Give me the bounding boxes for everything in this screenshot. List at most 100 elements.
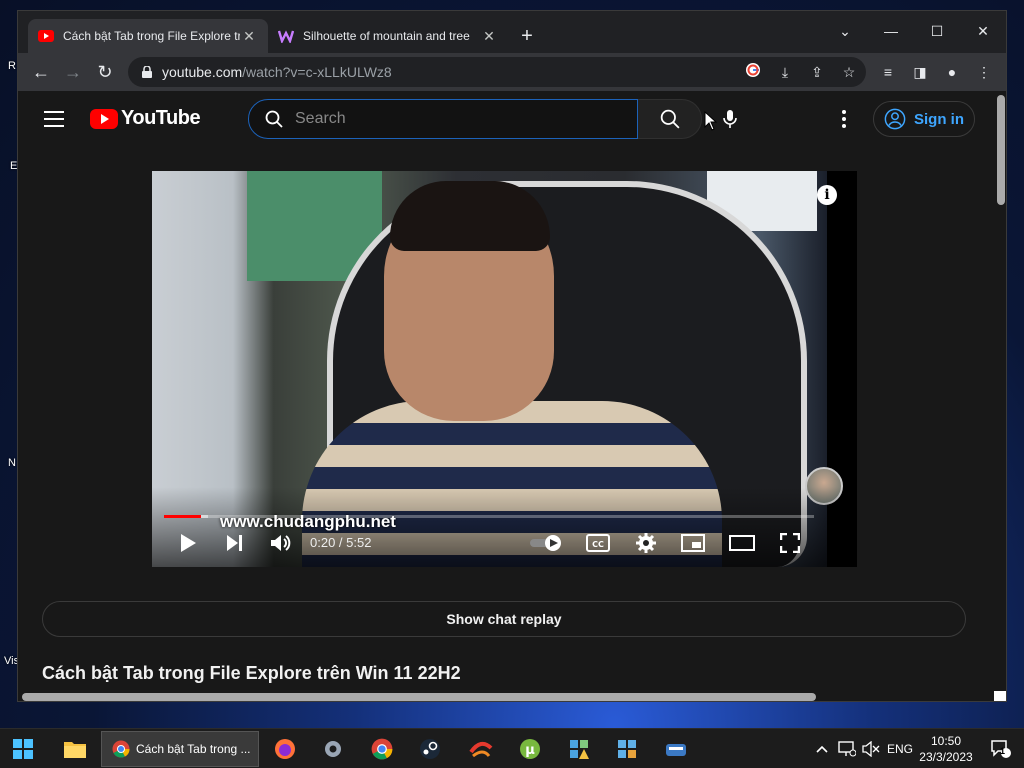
close-window-button[interactable]: ✕ bbox=[960, 17, 1006, 45]
side-panel-icon[interactable]: ◨ bbox=[910, 62, 930, 82]
settings-app[interactable] bbox=[316, 733, 350, 765]
time-current: 0:20 bbox=[310, 535, 336, 550]
file-explorer-app[interactable] bbox=[58, 733, 92, 765]
share-icon[interactable]: ⇪ bbox=[807, 62, 827, 82]
play-icon bbox=[181, 534, 196, 552]
play-button[interactable] bbox=[176, 531, 200, 555]
volume-button[interactable] bbox=[268, 531, 294, 555]
video-title: Cách bật Tab trong File Explore trên Win… bbox=[42, 663, 461, 683]
steam-icon bbox=[420, 739, 440, 759]
sign-in-label: Sign in bbox=[914, 110, 964, 128]
miniplayer-button[interactable] bbox=[680, 531, 706, 555]
google-icon[interactable] bbox=[743, 62, 763, 82]
menu-icon[interactable] bbox=[44, 111, 64, 127]
notification-center-button[interactable]: 1 bbox=[986, 729, 1016, 768]
new-tab-button[interactable]: + bbox=[516, 25, 538, 47]
reload-button[interactable]: ↻ bbox=[93, 60, 117, 84]
firefox-app[interactable] bbox=[268, 733, 302, 765]
vertical-scrollbar[interactable] bbox=[994, 91, 1006, 691]
app-taskbar-icon[interactable] bbox=[562, 733, 596, 765]
page-viewport: YouTube Sign in bbox=[18, 91, 994, 691]
settings-kebab-icon[interactable] bbox=[840, 107, 848, 131]
mouse-cursor-icon bbox=[704, 111, 718, 131]
scrollbar-corner bbox=[994, 691, 1006, 701]
close-tab-icon[interactable]: ✕ bbox=[480, 28, 498, 45]
url-host: youtube.com bbox=[162, 64, 243, 80]
search-button[interactable] bbox=[638, 99, 702, 139]
steam-app[interactable] bbox=[413, 733, 447, 765]
clock-date: 23/3/2023 bbox=[919, 750, 973, 764]
scrollbar-thumb[interactable] bbox=[22, 693, 816, 701]
youtube-play-icon bbox=[90, 108, 118, 129]
clock-time: 10:50 bbox=[930, 734, 962, 748]
horizontal-scrollbar[interactable] bbox=[18, 691, 994, 701]
desktop-icon-label[interactable]: N bbox=[8, 457, 16, 469]
folder-icon bbox=[64, 742, 86, 758]
closed-captions-icon: CC bbox=[586, 534, 610, 552]
search-input[interactable] bbox=[295, 110, 595, 128]
network-icon bbox=[838, 741, 856, 757]
language-indicator[interactable]: ENG bbox=[884, 729, 916, 768]
fullscreen-button[interactable] bbox=[778, 531, 802, 555]
tab-strip: Cách bật Tab trong File Explore tr ✕ Sil… bbox=[18, 11, 1006, 53]
youtube-logo[interactable]: YouTube bbox=[90, 107, 201, 130]
scrollbar-thumb[interactable] bbox=[997, 95, 1005, 205]
hard-drive-app-icon bbox=[666, 744, 686, 756]
chrome-app[interactable] bbox=[365, 733, 399, 765]
lock-icon[interactable] bbox=[140, 65, 154, 79]
utorrent-app[interactable]: µ bbox=[513, 733, 547, 765]
app-taskbar-icon[interactable] bbox=[610, 733, 644, 765]
show-chat-replay-button[interactable]: Show chat replay bbox=[42, 601, 966, 637]
tab-search-icon[interactable]: ⌄ bbox=[822, 17, 868, 45]
minimize-button[interactable]: — bbox=[868, 17, 914, 45]
autoplay-toggle[interactable] bbox=[528, 531, 564, 555]
settings-button[interactable] bbox=[634, 531, 658, 555]
account-icon bbox=[884, 108, 906, 130]
media-queue-icon[interactable]: ≡ bbox=[878, 62, 898, 82]
install-app-icon[interactable]: ⤓ bbox=[775, 62, 795, 82]
profile-icon[interactable]: ● bbox=[942, 62, 962, 82]
video-player[interactable]: i www.chudangphu.net 0:20 / 5:52 CC bbox=[152, 171, 857, 567]
back-button[interactable]: ← bbox=[29, 60, 53, 84]
app-taskbar-icon[interactable] bbox=[464, 733, 498, 765]
red-swirl-app-icon bbox=[469, 741, 493, 758]
tab-silhouette[interactable]: Silhouette of mountain and tree ✕ bbox=[268, 19, 508, 53]
miniplayer-icon bbox=[681, 534, 705, 552]
browser-toolbar: ← → ↻ youtube.com/watch?v=c-xLLkULWz8 ⤓ … bbox=[18, 53, 1006, 91]
progress-bar[interactable] bbox=[164, 515, 814, 518]
chrome-icon bbox=[371, 738, 393, 760]
app-taskbar-icon[interactable] bbox=[659, 733, 693, 765]
tab-youtube-video[interactable]: Cách bật Tab trong File Explore tr ✕ bbox=[28, 19, 268, 53]
chrome-icon bbox=[112, 740, 130, 758]
volume-status[interactable] bbox=[860, 729, 882, 768]
network-status[interactable] bbox=[836, 729, 858, 768]
captions-button[interactable]: CC bbox=[584, 531, 612, 555]
maximize-button[interactable]: ☐ bbox=[914, 17, 960, 45]
taskbar-clock[interactable]: 10:50 23/3/2023 bbox=[916, 733, 976, 765]
sign-in-button[interactable]: Sign in bbox=[873, 101, 975, 137]
info-icon[interactable]: i bbox=[817, 185, 837, 205]
taskbar-chrome-window[interactable]: Cách bật Tab trong ... bbox=[101, 731, 259, 767]
start-button[interactable] bbox=[6, 733, 40, 765]
theater-icon bbox=[729, 535, 755, 551]
browser-menu-icon[interactable]: ⋮ bbox=[974, 62, 994, 82]
url-text: youtube.com/watch?v=c-xLLkULWz8 bbox=[162, 64, 392, 80]
time-total: 5:52 bbox=[346, 535, 372, 550]
bookmark-star-icon[interactable]: ☆ bbox=[839, 62, 859, 82]
url-path: /watch?v=c-xLLkULWz8 bbox=[242, 64, 392, 80]
show-hidden-icons-button[interactable] bbox=[812, 729, 832, 768]
next-button[interactable] bbox=[222, 531, 246, 555]
theater-mode-button[interactable] bbox=[728, 531, 756, 555]
taskbar-window-title: Cách bật Tab trong ... bbox=[136, 742, 251, 756]
video-person-hair bbox=[390, 181, 550, 251]
search-box[interactable] bbox=[248, 99, 638, 139]
search-icon bbox=[265, 110, 283, 128]
voice-search-button[interactable] bbox=[718, 107, 742, 131]
chevron-up-icon bbox=[816, 745, 828, 753]
desktop-icon-label[interactable]: R bbox=[8, 60, 16, 72]
forward-button[interactable]: → bbox=[61, 60, 85, 84]
grid-warning-app-icon bbox=[570, 740, 589, 759]
close-tab-icon[interactable]: ✕ bbox=[240, 28, 258, 45]
w-logo-icon bbox=[278, 28, 294, 44]
windows-app-icon bbox=[618, 740, 636, 758]
